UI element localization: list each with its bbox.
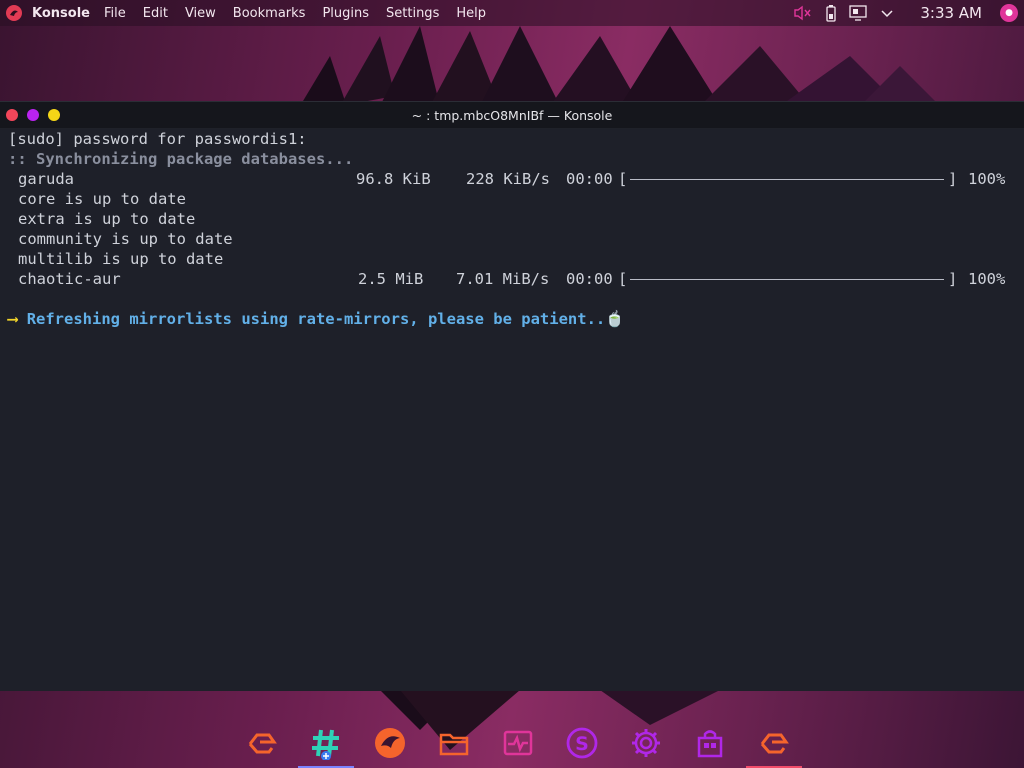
store-icon [697,730,723,758]
folder-icon [439,733,469,756]
status-core: core is up to date [18,190,186,208]
chevron-down-icon[interactable] [876,3,898,23]
menu-file[interactable]: File [104,6,126,21]
dock-s-app[interactable]: S [550,718,614,768]
menu-bookmarks[interactable]: Bookmarks [233,6,306,21]
progress-bar [630,279,944,280]
download-size: 2.5 MiB [358,270,424,288]
svg-text:S: S [575,733,589,755]
status-community: community is up to date [18,230,233,248]
dock-settings[interactable] [614,718,678,768]
progress-bar [630,179,944,180]
menu-edit[interactable]: Edit [143,6,168,21]
garuda-app-logo-icon[interactable] [4,3,24,23]
garuda-logo-icon [248,733,277,754]
download-row-garuda: garuda 96.8 KiB 228 KiB/s 00:00 [ ] 100% [8,169,1024,189]
dock-hashtag-app[interactable] [294,718,358,768]
sudo-prompt-line: [sudo] password for passwordis1: [8,130,307,148]
arrow-icon: ⟶ [8,310,18,328]
download-size: 96.8 KiB [356,170,431,188]
download-speed: 228 KiB/s [466,170,550,188]
download-percent: 100% [968,270,1006,288]
status-extra: extra is up to date [18,210,196,228]
wallpaper-top [0,26,1024,106]
download-name: garuda [18,170,74,188]
clock[interactable]: 3:33 AM [920,4,982,22]
menu-help[interactable]: Help [456,6,486,21]
system-tray: 3:33 AM ● [792,0,1024,26]
garuda-logo-icon [760,733,789,754]
konsole-window: ~ : tmp.mbcO8MnIBf — Konsole [sudo] pass… [0,101,1024,691]
dragon-icon [375,728,405,758]
download-time: 00:00 [566,270,613,288]
refresh-line: ⟶ Refreshing mirrorlists using rate-mirr… [8,309,1024,329]
network-icon[interactable] [848,3,870,23]
battery-icon[interactable] [820,3,842,23]
dock-dragon-app[interactable] [358,718,422,768]
top-panel: Konsole File Edit View Bookmarks Plugins… [0,0,1024,26]
app-name[interactable]: Konsole [32,6,90,21]
dock-store[interactable] [678,718,742,768]
bar-open-bracket: [ [618,270,628,288]
system-monitor-icon [503,730,533,756]
bar-close-bracket: ] [948,170,958,188]
s-badge-icon: S [566,727,598,759]
tea-icon: 🍵 [605,310,625,328]
dock-file-manager[interactable] [422,718,486,768]
terminal-output[interactable]: [sudo] password for passwordis1: :: Sync… [0,129,1024,691]
user-avatar[interactable]: ● [1000,4,1018,22]
bar-close-bracket: ] [948,270,958,288]
bar-open-bracket: [ [618,170,628,188]
download-percent: 100% [968,170,1006,188]
title-bar[interactable]: ~ : tmp.mbcO8MnIBf — Konsole [0,102,1024,128]
taskbar-dock: S [230,718,806,768]
download-name: chaotic-aur [18,270,121,288]
sync-line: :: Synchronizing package databases... [8,150,354,168]
dock-garuda-welcome[interactable] [230,718,294,768]
hashtag-icon [312,729,339,760]
dock-garuda-konsole[interactable] [742,718,806,768]
refresh-text: Refreshing mirrorlists using rate-mirror… [26,310,606,328]
status-multilib: multilib is up to date [18,250,224,268]
download-speed: 7.01 MiB/s [456,270,550,288]
gear-icon [632,729,660,757]
download-time: 00:00 [566,170,613,188]
volume-muted-icon[interactable] [792,3,814,23]
dock-system-monitor[interactable] [486,718,550,768]
menu-plugins[interactable]: Plugins [322,6,369,21]
menu-settings[interactable]: Settings [386,6,439,21]
download-row-chaotic-aur: chaotic-aur 2.5 MiB 7.01 MiB/s 00:00 [ ]… [8,269,1024,289]
window-title: ~ : tmp.mbcO8MnIBf — Konsole [411,108,613,123]
menu-view[interactable]: View [185,6,216,21]
